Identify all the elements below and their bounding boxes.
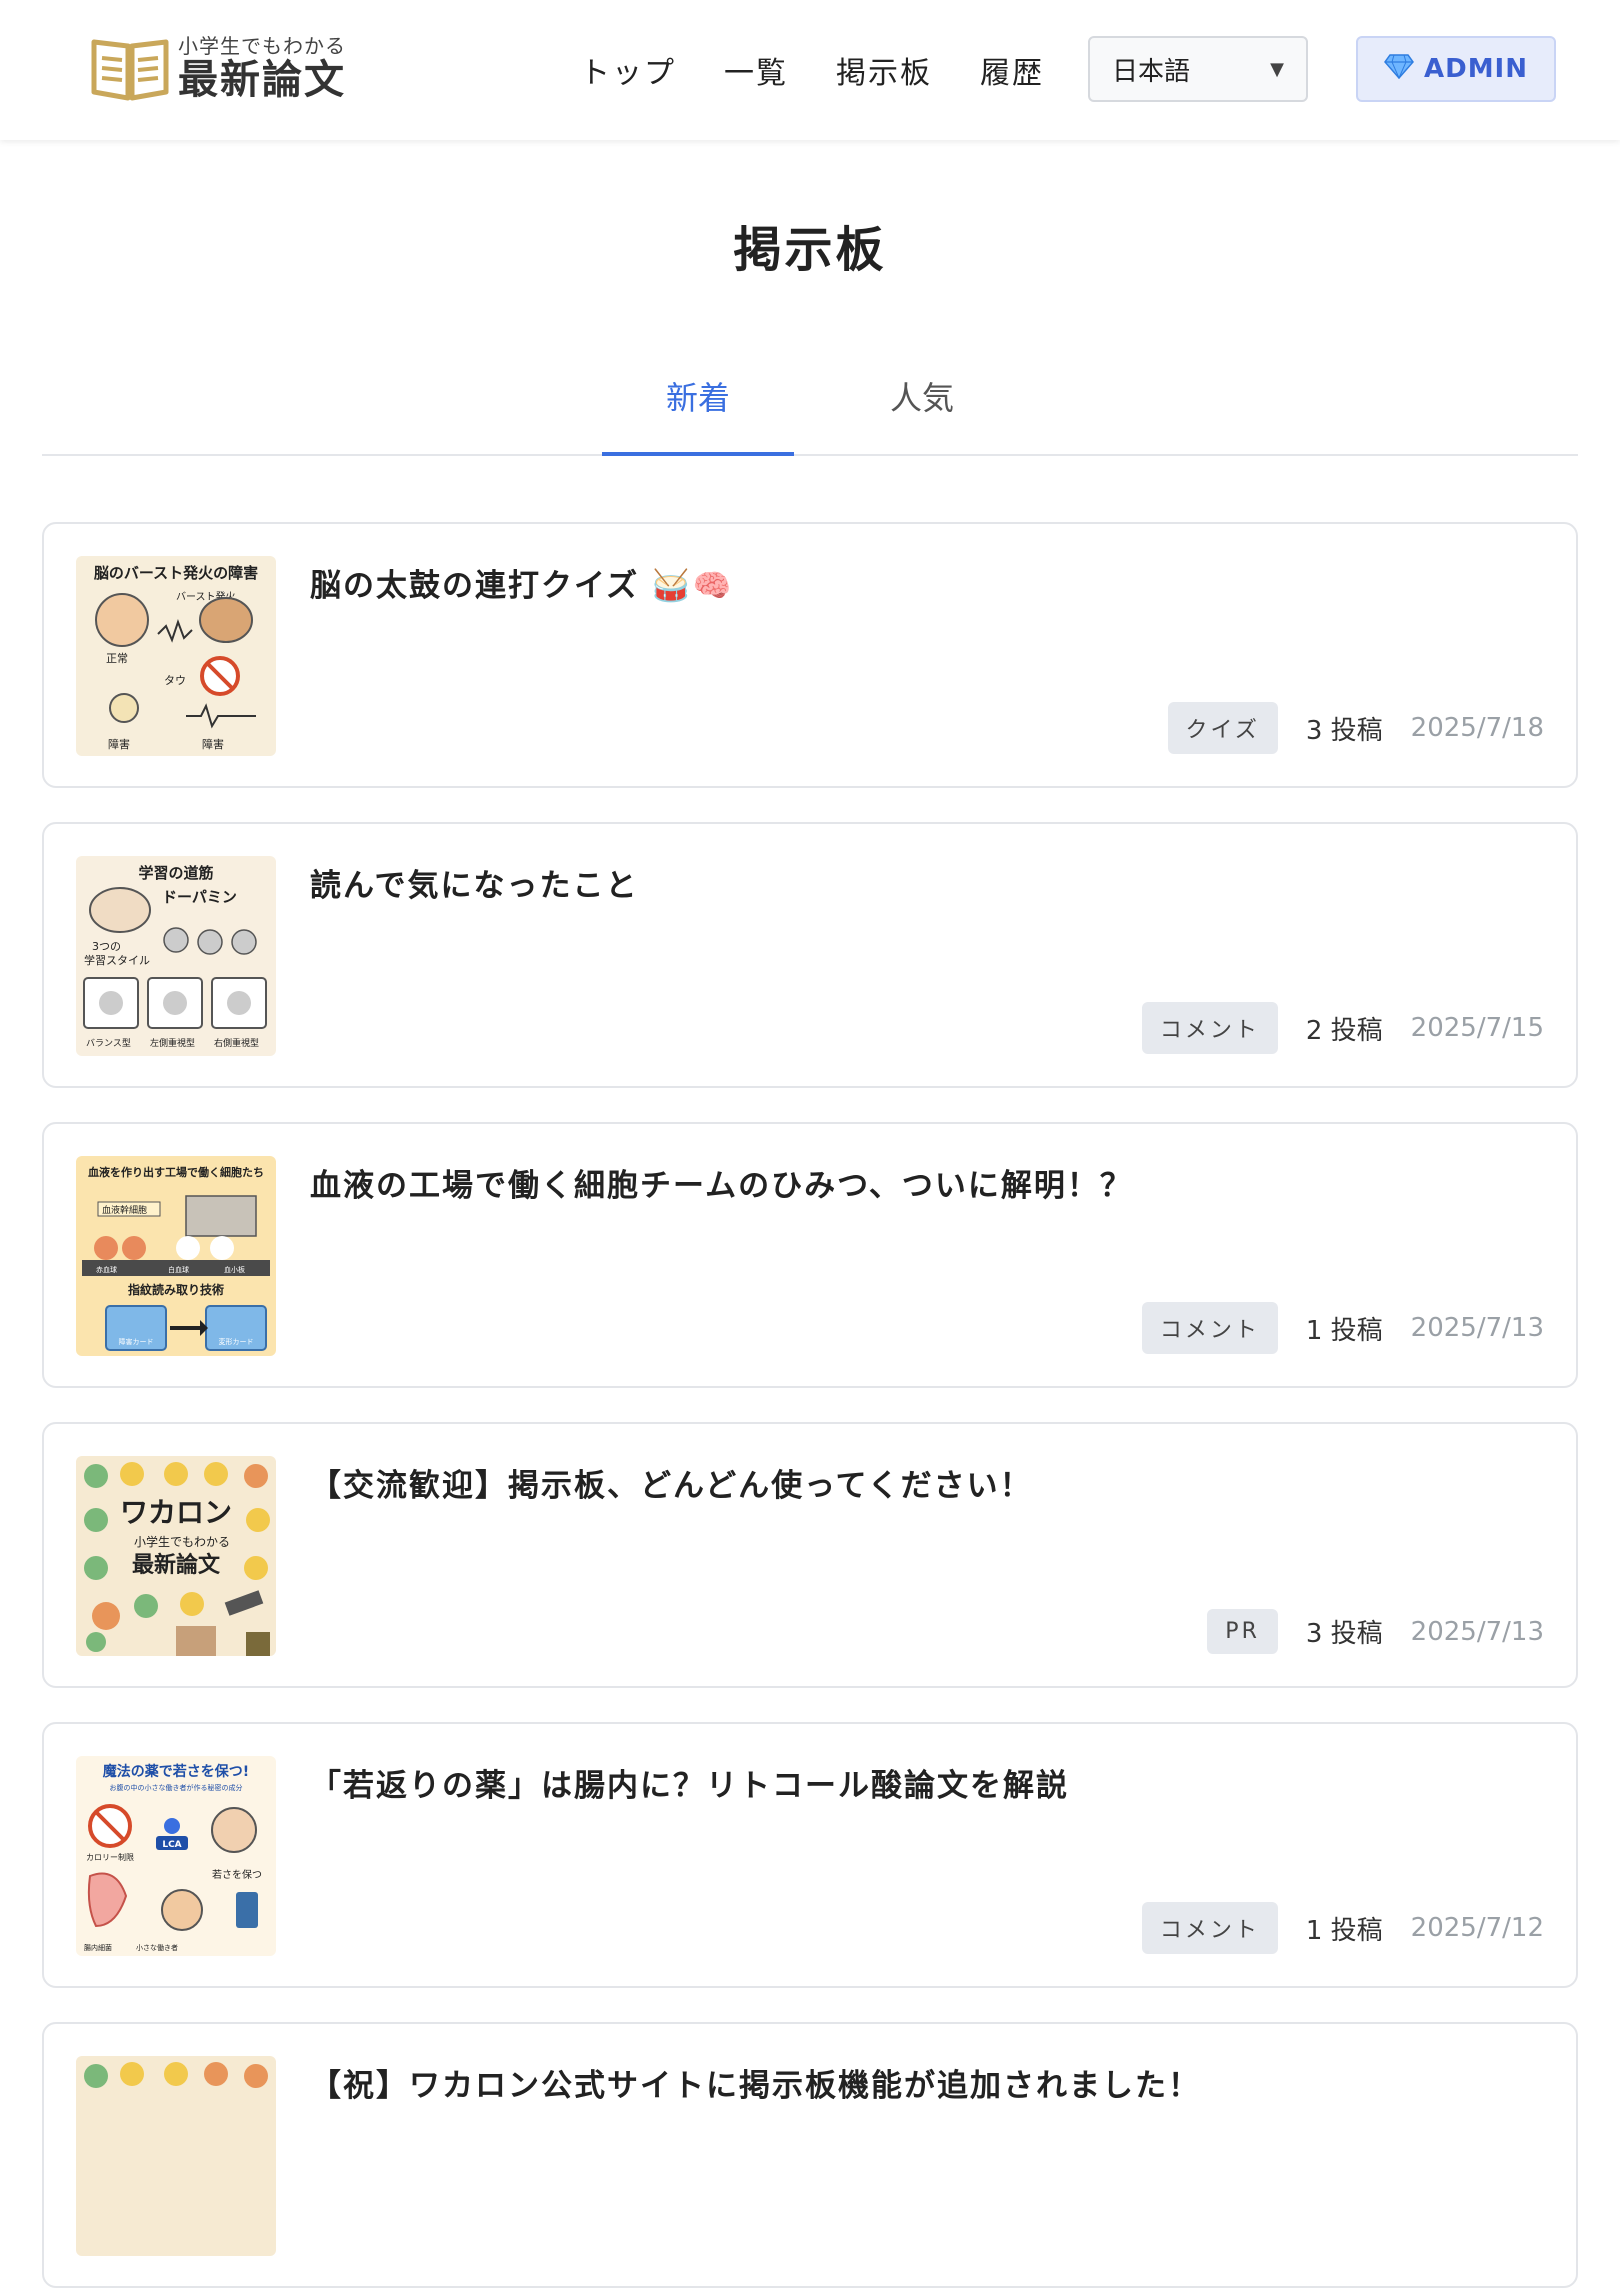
post-card[interactable]: ワカロン 小学生でもわかる 最新論文 【交流歓迎】掲示板、どんどん使ってください…: [42, 1422, 1578, 1688]
open-book-icon: [90, 34, 170, 102]
svg-text:血小板: 血小板: [224, 1265, 245, 1274]
svg-text:障害: 障害: [202, 737, 224, 751]
svg-text:ワカロン: ワカロン: [120, 1496, 232, 1529]
page-title: 掲示板: [733, 222, 887, 278]
post-count: 1 投稿: [1305, 1315, 1383, 1346]
svg-text:小学生でもわかる: 小学生でもわかる: [134, 1534, 230, 1549]
svg-text:血液を作り出す工場で働く細胞たち: 血液を作り出す工場で働く細胞たち: [88, 1165, 264, 1179]
post-count: 1 投稿: [1305, 1915, 1383, 1946]
post-thumbnail: 魔法の薬で若さを保つ! お腹の中の小さな働き者が作る秘密の成分 カロリー制限 L…: [76, 1756, 276, 1956]
site-logo[interactable]: 小学生でもわかる 最新論文: [90, 32, 346, 104]
svg-text:魔法の薬で若さを保つ!: 魔法の薬で若さを保つ!: [103, 1763, 249, 1780]
svg-text:バランス型: バランス型: [86, 1038, 131, 1049]
admin-label: ADMIN: [1423, 54, 1528, 84]
post-meta: クイズ 3 投稿 2025/7/18: [1167, 702, 1544, 754]
svg-text:ドーパミン: ドーパミン: [162, 888, 237, 906]
tab-popular[interactable]: 人気: [826, 360, 1018, 456]
svg-text:腸内細菌: 腸内細菌: [84, 1943, 112, 1952]
category-badge: コメント: [1141, 1002, 1278, 1054]
post-date: 2025/7/13: [1410, 1313, 1544, 1343]
svg-text:白血球: 白血球: [168, 1265, 189, 1274]
post-card[interactable]: 【祝】ワカロン公式サイトに掲示板機能が追加されました！: [42, 2022, 1578, 2288]
gem-icon: [1384, 53, 1414, 86]
svg-text:最新論文: 最新論文: [132, 1552, 221, 1578]
svg-text:指紋読み取り技術: 指紋読み取り技術: [128, 1282, 224, 1297]
logo-title: 最新論文: [178, 57, 346, 103]
admin-button[interactable]: ADMIN: [1356, 36, 1556, 102]
post-card[interactable]: 脳のバースト発火の障害 バースト発火 正常 タウ 障害 障害 脳の太鼓の連打クイ…: [42, 522, 1578, 788]
board-tabs: 新着 人気: [42, 360, 1578, 456]
svg-text:3つの: 3つの: [92, 940, 121, 953]
triangle-down-icon: ▼: [1270, 58, 1284, 80]
svg-text:赤血球: 赤血球: [96, 1265, 117, 1274]
svg-text:変形カード: 変形カード: [219, 1337, 254, 1346]
svg-text:若さを保つ: 若さを保つ: [212, 1868, 262, 1881]
post-meta: PR 3 投稿 2025/7/13: [1207, 1609, 1544, 1654]
post-thumbnail: [76, 2056, 276, 2256]
post-card[interactable]: 魔法の薬で若さを保つ! お腹の中の小さな働き者が作る秘密の成分 カロリー制限 L…: [42, 1722, 1578, 1988]
svg-text:お腹の中の小さな働き者が作る秘密の成分: お腹の中の小さな働き者が作る秘密の成分: [110, 1783, 243, 1792]
post-date: 2025/7/13: [1410, 1616, 1544, 1647]
post-card[interactable]: 血液を作り出す工場で働く細胞たち 血液幹細胞 赤血球 白血球 血小板 指紋読み取…: [42, 1122, 1578, 1388]
post-title[interactable]: 【祝】ワカロン公式サイトに掲示板機能が追加されました！: [310, 2060, 1201, 2105]
nav-history[interactable]: 履歴: [980, 48, 1044, 92]
svg-text:学習スタイル: 学習スタイル: [84, 953, 150, 967]
svg-text:左側重視型: 左側重視型: [150, 1037, 195, 1049]
category-badge: PR: [1207, 1609, 1278, 1654]
svg-text:学習の道筋: 学習の道筋: [138, 864, 213, 882]
svg-text:小さな働き者: 小さな働き者: [136, 1943, 178, 1952]
post-title[interactable]: 「若返りの薬」は腸内に？リトコール酸論文を解説: [310, 1760, 1069, 1805]
post-title[interactable]: 読んで気になったこと: [310, 860, 638, 905]
svg-text:カロリー制限: カロリー制限: [86, 1852, 134, 1862]
svg-text:血液幹細胞: 血液幹細胞: [102, 1204, 147, 1216]
post-title[interactable]: 脳の太鼓の連打クイズ 🥁🧠: [310, 560, 733, 605]
language-value: 日本語: [1112, 56, 1191, 87]
site-header: 小学生でもわかる 最新論文 トップ 一覧 掲示板 履歴 日本語 ▼ ADMIN: [0, 0, 1620, 140]
post-date: 2025/7/12: [1410, 1913, 1544, 1943]
post-card[interactable]: 学習の道筋 ドーパミン 3つの 学習スタイル バランス型 左側重視型 右側重視型…: [42, 822, 1578, 1088]
nav-board[interactable]: 掲示板: [836, 48, 932, 92]
main-nav: トップ 一覧 掲示板 履歴: [580, 48, 1044, 92]
post-thumbnail: 学習の道筋 ドーパミン 3つの 学習スタイル バランス型 左側重視型 右側重視型: [76, 856, 276, 1056]
tab-new[interactable]: 新着: [602, 360, 794, 456]
category-badge: コメント: [1141, 1902, 1278, 1954]
language-select[interactable]: 日本語 ▼: [1088, 36, 1308, 102]
post-thumbnail: 血液を作り出す工場で働く細胞たち 血液幹細胞 赤血球 白血球 血小板 指紋読み取…: [76, 1156, 276, 1356]
post-count: 3 投稿: [1305, 1619, 1383, 1649]
svg-text:LCA: LCA: [162, 1840, 181, 1850]
post-meta: コメント 2 投稿 2025/7/15: [1141, 1002, 1544, 1054]
logo-text: 小学生でもわかる 最新論文: [178, 34, 346, 102]
post-thumbnail: ワカロン 小学生でもわかる 最新論文: [76, 1456, 276, 1656]
post-title[interactable]: 【交流歓迎】掲示板、どんどん使ってください！: [310, 1460, 1033, 1505]
post-title[interactable]: 血液の工場で働く細胞チームのひみつ、ついに解明！？: [310, 1160, 1133, 1205]
post-count: 3 投稿: [1305, 715, 1383, 746]
svg-text:正常: 正常: [106, 652, 128, 665]
nav-list[interactable]: 一覧: [724, 48, 788, 92]
category-badge: コメント: [1141, 1302, 1278, 1354]
logo-subtitle: 小学生でもわかる: [178, 34, 346, 58]
post-count: 2 投稿: [1305, 1015, 1383, 1046]
svg-text:タウ: タウ: [164, 674, 186, 687]
nav-top[interactable]: トップ: [580, 48, 676, 92]
post-date: 2025/7/15: [1410, 1013, 1544, 1043]
post-date: 2025/7/18: [1410, 713, 1544, 743]
svg-text:障害: 障害: [108, 737, 130, 751]
category-badge: クイズ: [1167, 702, 1278, 754]
post-meta: コメント 1 投稿 2025/7/12: [1141, 1902, 1544, 1954]
post-thumbnail: 脳のバースト発火の障害 バースト発火 正常 タウ 障害 障害: [76, 556, 276, 756]
thumb-heading: 脳のバースト発火の障害: [94, 564, 258, 582]
svg-text:右側重視型: 右側重視型: [214, 1037, 259, 1049]
svg-text:障害カード: 障害カード: [119, 1337, 154, 1346]
post-meta: コメント 1 投稿 2025/7/13: [1141, 1302, 1544, 1354]
